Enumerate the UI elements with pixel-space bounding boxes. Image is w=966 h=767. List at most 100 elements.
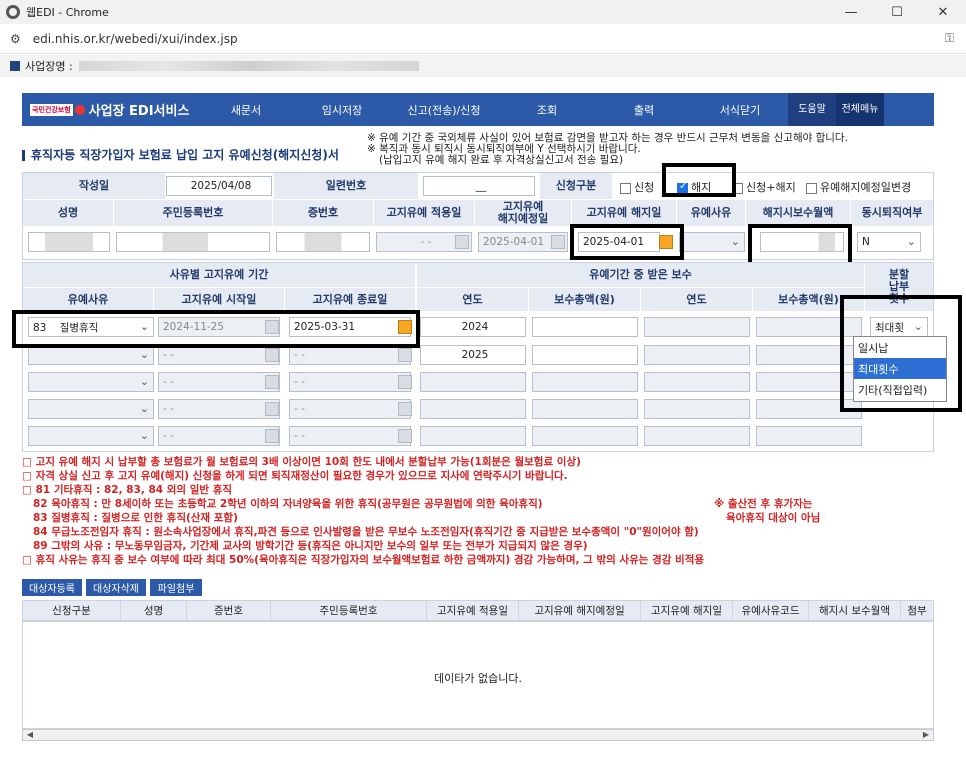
password-key-icon[interactable]: ⚿ — [945, 31, 954, 46]
col-period-start: 고지유예 시작일 — [154, 288, 284, 311]
window-title: 웹EDI - Chrome — [26, 6, 109, 19]
horizontal-scrollbar[interactable]: ◀ ▶ — [22, 729, 934, 741]
apply-option-apply[interactable]: 신청 — [620, 179, 654, 195]
delete-target-button[interactable]: 대상자삭제 — [86, 579, 146, 596]
period-start-field[interactable]: - - — [158, 345, 280, 365]
scroll-right-icon[interactable]: ▶ — [920, 730, 932, 740]
col-rrn: 주민등록번호 — [114, 200, 272, 226]
th-cert-no: 증번호 — [187, 601, 271, 620]
col-retire: 동시퇴직여부 — [851, 200, 933, 226]
year-1-field[interactable] — [420, 426, 526, 446]
logo-title: 사업장 EDI서비스 — [88, 104, 190, 119]
period-start-field[interactable]: - - — [158, 399, 280, 419]
period-reason-select[interactable]: ⌄ — [28, 345, 154, 365]
highlight-cancel-box — [662, 163, 736, 197]
th-end-date: 고지유예 해지일 — [641, 601, 733, 620]
nav-search[interactable]: 조회 — [498, 102, 596, 118]
site-info-icon[interactable]: ⚙ — [10, 32, 21, 46]
apply-option-change-label: 유예해지예정일변경 — [820, 181, 912, 194]
apply-option-change[interactable]: 유예해지예정일변경 — [806, 179, 911, 195]
edi-logo: 국민건강보험 사업장 EDI서비스 — [22, 100, 198, 119]
apply-option-both[interactable]: 신청+해지 — [732, 179, 796, 195]
attach-file-button[interactable]: 파일첨부 — [150, 579, 202, 596]
url-text[interactable]: edi.nhis.or.kr/webedi/xui/index.jsp — [33, 32, 238, 46]
write-date-field[interactable]: 2025/04/08 — [166, 176, 272, 196]
year-2-field[interactable] — [644, 372, 750, 392]
th-reason-code: 유예사유코드 — [733, 601, 809, 620]
checkbox-apply[interactable] — [620, 182, 631, 194]
year-2-field[interactable] — [644, 345, 750, 365]
period-end-field[interactable]: - - — [289, 372, 411, 392]
note-line: □ 고지 유예 해지 시 납부할 총 보험료가 월 보험료의 3배 이상이면 1… — [22, 456, 581, 468]
nav-all-menu[interactable]: 전체메뉴 열기 — [836, 93, 884, 148]
pay-1-field[interactable] — [532, 399, 638, 419]
col-pay-1: 보수총액(원) — [529, 288, 640, 311]
highlight-period-row — [12, 310, 420, 348]
nav-temp-save[interactable]: 임시저장 — [294, 102, 390, 118]
period-end-field[interactable]: - - — [289, 426, 411, 446]
pay-1-field[interactable] — [532, 317, 638, 337]
th-apply-date: 고지유예 적용일 — [427, 601, 519, 620]
name-field[interactable] — [28, 232, 110, 252]
col-cert-no: 증번호 — [273, 200, 373, 226]
chevron-down-icon: ⌄ — [139, 375, 149, 388]
register-target-button[interactable]: 대상자등록 — [22, 579, 82, 596]
pay-1-field[interactable] — [532, 372, 638, 392]
year-1-field[interactable] — [420, 372, 526, 392]
cert-no-field[interactable] — [276, 232, 370, 252]
period-section-label: 사유별 고지유예 기간 — [23, 263, 415, 287]
pay-1-field[interactable] — [532, 345, 638, 365]
col-year-1: 연도 — [417, 288, 528, 311]
minimize-button[interactable]: — — [828, 0, 874, 24]
logo-small-text: 국민건강보험 — [30, 103, 73, 116]
chrome-icon — [6, 5, 20, 19]
calendar-icon[interactable] — [265, 402, 279, 416]
nav-new-doc[interactable]: 새문서 — [198, 102, 294, 118]
period-reason-select[interactable]: ⌄ — [28, 426, 154, 446]
period-reason-select[interactable]: ⌄ — [28, 399, 154, 419]
period-end-field[interactable]: - - — [289, 399, 411, 419]
calendar-icon[interactable] — [551, 235, 565, 249]
year-1-field[interactable]: 2025 — [420, 345, 526, 365]
nav-close-form[interactable]: 서식닫기 — [692, 102, 788, 118]
period-end-field[interactable]: - - — [289, 345, 411, 365]
year-1-field[interactable]: 2024 — [420, 317, 526, 337]
year-2-field[interactable] — [644, 426, 750, 446]
chevron-down-icon: ⌄ — [139, 348, 149, 361]
close-button[interactable]: ✕ — [920, 0, 966, 24]
calendar-icon[interactable] — [398, 429, 412, 443]
year-2-field[interactable] — [644, 399, 750, 419]
period-start-field[interactable]: - - — [158, 426, 280, 446]
calendar-icon[interactable] — [398, 348, 412, 362]
calendar-icon[interactable] — [265, 429, 279, 443]
retire-value: N — [862, 236, 870, 248]
chevron-down-icon: ⌄ — [139, 402, 149, 415]
calendar-icon[interactable] — [265, 348, 279, 362]
rrn-field[interactable] — [116, 232, 270, 252]
serial-field[interactable]: __ — [423, 176, 535, 196]
business-name-redacted — [78, 61, 419, 71]
calendar-icon[interactable] — [398, 375, 412, 389]
scroll-left-icon[interactable]: ◀ — [24, 730, 36, 740]
flag-icon — [10, 61, 20, 71]
pay-2-field[interactable] — [756, 426, 862, 446]
pay-1-field[interactable] — [532, 426, 638, 446]
calendar-icon[interactable] — [265, 375, 279, 389]
period-start-field[interactable]: - - — [158, 372, 280, 392]
nav-print[interactable]: 출력 — [596, 102, 692, 118]
window-titlebar: 웹EDI - Chrome — [0, 0, 966, 24]
year-1-field[interactable] — [420, 399, 526, 419]
reason-select[interactable]: ⌄ — [679, 232, 745, 252]
maximize-button[interactable]: ☐ — [874, 0, 920, 24]
retire-select[interactable]: N ⌄ — [857, 232, 921, 252]
period-reason-select[interactable]: ⌄ — [28, 372, 154, 392]
nav-report-send[interactable]: 신고(전송)/신청 — [390, 102, 498, 118]
checkbox-change[interactable] — [806, 182, 817, 194]
apply-option-both-label: 신청+해지 — [746, 181, 796, 194]
nav-help[interactable]: 도움말 — [788, 93, 836, 126]
calendar-icon[interactable] — [455, 235, 469, 249]
th-apply-type: 신청구분 — [23, 601, 121, 620]
calendar-icon[interactable] — [398, 402, 412, 416]
year-2-field[interactable] — [644, 317, 750, 337]
col-name: 성명 — [23, 200, 113, 226]
